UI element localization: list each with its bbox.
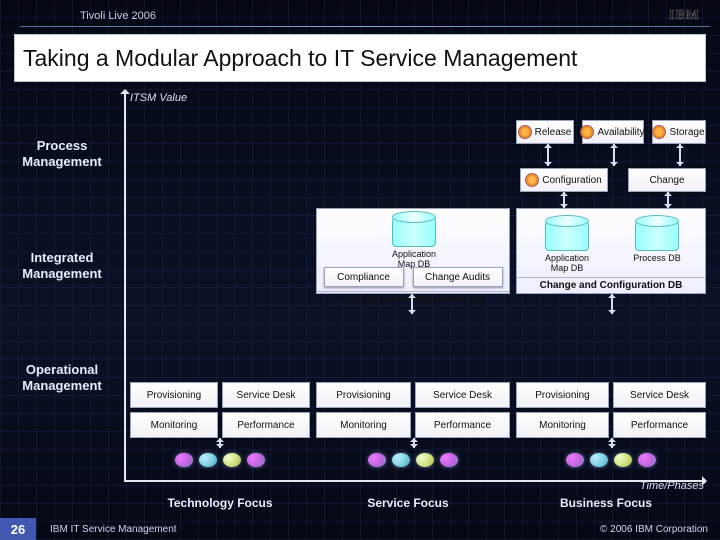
footer-right: © 2006 IBM Corporation [600,524,708,535]
connector [608,294,616,314]
op-grid: Provisioning Service Desk Monitoring Per… [130,382,310,438]
footer: 26 IBM IT Service Management © 2006 IBM … [0,518,720,540]
row-label-operational: Operational Management [6,362,118,393]
op-monitoring: Monitoring [316,412,411,438]
phase-col-business: Application Map DB Process DB Change and… [516,106,706,476]
ccdb-box: Application Map DB Process DB Change and… [516,208,706,294]
op-performance: Performance [415,412,510,438]
op-provisioning: Provisioning [130,382,218,408]
phase-col-technology: Provisioning Service Desk Monitoring Per… [130,106,310,476]
row-label-integrated: Integrated Management [6,250,118,281]
op-monitoring: Monitoring [516,412,609,438]
op-service-desk: Service Desk [222,382,310,408]
page-number: 26 [0,518,36,540]
op-provisioning: Provisioning [316,382,411,408]
phase-business: Business Focus [516,496,696,510]
db-icon: Application Map DB [392,211,436,247]
compliance-box: Compliance [324,267,404,287]
op-grid: Provisioning Service Desk Monitoring Per… [316,382,510,438]
connector [410,438,418,448]
ccdb-box: Application Map DB Compliance Change Aud… [316,208,510,294]
op-grid: Provisioning Service Desk Monitoring Per… [516,382,706,438]
ibm-logo: IBM [669,8,700,24]
connector [408,294,416,314]
db-icon: Process DB [635,215,679,251]
connector [216,438,224,448]
change-audits-box: Change Audits [413,267,503,287]
op-performance: Performance [613,412,706,438]
op-monitoring: Monitoring [130,412,218,438]
op-performance: Performance [222,412,310,438]
phase-col-service: Application Map DB Compliance Change Aud… [316,106,510,476]
x-axis-label: Time/Phases [640,480,704,492]
op-provisioning: Provisioning [516,382,609,408]
db-icon: Application Map DB [545,215,589,251]
phase-technology: Technology Focus [130,496,310,510]
diagram-area: Release Availability Storage Configurati… [130,106,706,476]
row-label-process: Process Management [6,138,118,169]
topbar: Tivoli Live 2006 IBM [80,6,700,26]
slide-title: Taking a Modular Approach to IT Service … [14,34,706,82]
footer-left: IBM IT Service Management [50,524,177,535]
y-axis-label: ITSM Value [130,92,187,104]
op-service-desk: Service Desk [613,382,706,408]
op-service-desk: Service Desk [415,382,510,408]
connector [608,438,616,448]
event-name: Tivoli Live 2006 [80,10,156,22]
slide: Tivoli Live 2006 IBM Taking a Modular Ap… [0,0,720,540]
phase-service: Service Focus [318,496,498,510]
